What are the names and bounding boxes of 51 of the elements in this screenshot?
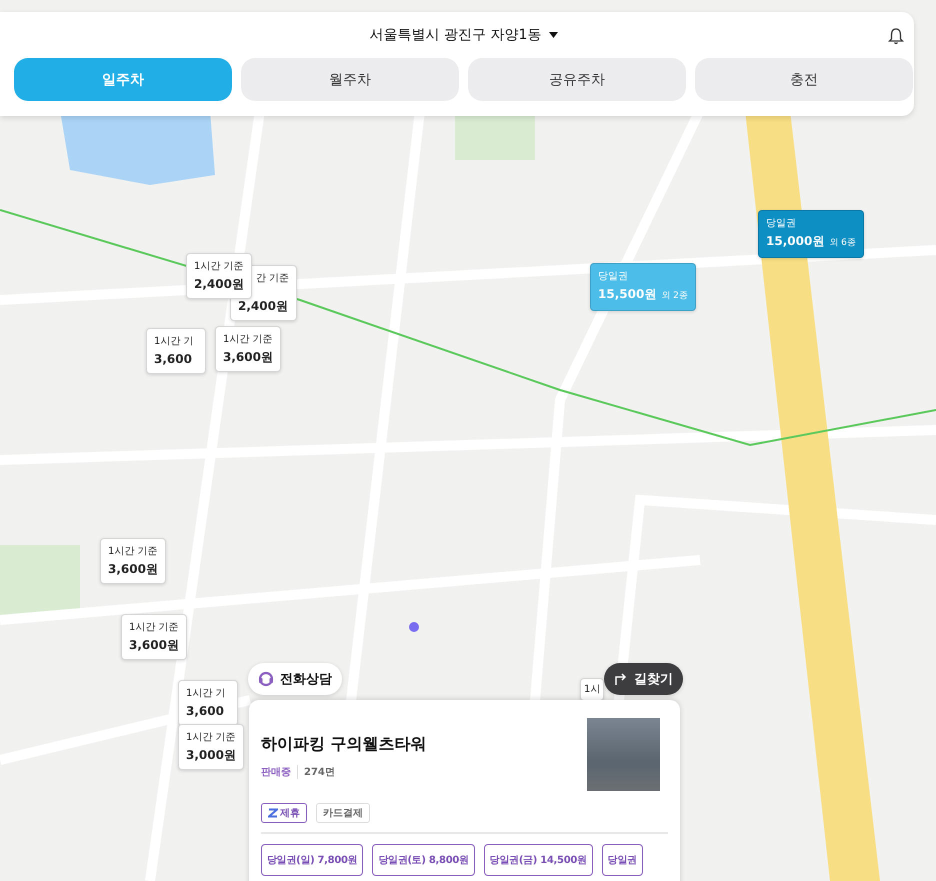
category-tab[interactable]: 공유주차 — [468, 58, 686, 101]
marker-label: 1시 — [584, 683, 600, 696]
marker-label: 간 기준 — [255, 272, 290, 285]
marker-extra: 외 6종 — [829, 238, 856, 248]
marker-label: 당일권 — [766, 217, 797, 230]
marker-label: 1시간 기 — [154, 335, 195, 348]
marker-price: 15,500원 외 2종 — [598, 287, 688, 303]
marker-price: 2,400원 — [238, 299, 289, 314]
hourly-price-marker[interactable]: 1시간 기준 3,600원 — [100, 538, 166, 584]
category-tab[interactable]: 월주차 — [241, 58, 459, 101]
marker-label: 1시간 기 — [186, 687, 227, 700]
marker-extra: 외 2종 — [661, 291, 688, 301]
marker-label: 1시간 기준 — [129, 621, 179, 634]
hourly-price-marker[interactable]: 1시간 기 3,600 — [178, 680, 238, 726]
marker-price: 3,600 — [186, 704, 225, 719]
marker-price: 3,600원 — [223, 350, 273, 365]
hourly-price-marker[interactable]: 1시간 기준 3,000원 — [178, 724, 244, 770]
daily-pass-price-marker[interactable]: 당일권 15,000원 외 6종 — [758, 210, 864, 258]
partner-tag: 제휴 — [261, 803, 307, 823]
marker-price: 3,600원 — [108, 562, 158, 577]
marker-price: 15,000원 외 6종 — [766, 234, 856, 250]
marker-price: 3,600 — [154, 352, 193, 367]
hourly-price-marker[interactable]: 1시간 기준 3,600원 — [215, 326, 281, 372]
directions-button[interactable]: 길찾기 — [604, 663, 683, 695]
z-logo-icon — [268, 808, 278, 818]
marker-label: 1시간 기준 — [223, 333, 273, 346]
turn-arrow-icon — [614, 672, 628, 686]
hourly-price-marker[interactable]: 1시간 기준 2,400원 — [186, 253, 252, 299]
payment-tag: 카드결제 — [316, 803, 370, 823]
headset-icon — [258, 671, 274, 687]
hourly-price-marker[interactable]: 1시간 기준 3,600원 — [121, 614, 187, 660]
marker-label: 1시간 기준 — [108, 545, 158, 558]
phone-consult-button[interactable]: 전화상담 — [248, 663, 342, 695]
sale-status: 판매중 — [261, 765, 298, 779]
hourly-price-marker[interactable]: 1시 — [580, 678, 604, 701]
ticket-option-button[interactable]: 당일권(토) 8,800원 — [372, 844, 475, 876]
notification-bell-icon[interactable] — [888, 27, 904, 45]
marker-price: 3,600원 — [129, 638, 179, 653]
ticket-option-button[interactable]: 당일권(금) 14,500원 — [484, 844, 593, 876]
marker-price: 3,000원 — [186, 748, 236, 763]
parking-lot-card[interactable]: 하이파킹 구의웰츠타워 판매중 274면 제휴 카드결제 당일권(일) 7,800원 당일권(토) 8,800원 당일권(금) 14,500원 당일권 — [249, 700, 680, 881]
parking-lot-name: 하이파킹 구의웰츠타워 — [261, 734, 427, 755]
marker-label: 1시간 기준 — [186, 731, 236, 744]
category-tab[interactable]: 충전 — [695, 58, 913, 101]
hourly-price-marker[interactable]: 1시간 기 3,600 — [146, 328, 206, 374]
location-selector[interactable]: 서울특별시 광진구 자양1동 — [366, 24, 562, 46]
caret-icon — [549, 32, 558, 38]
ticket-option-button[interactable]: 당일권 — [602, 844, 643, 876]
ticket-option-button[interactable]: 당일권(일) 7,800원 — [261, 844, 364, 876]
space-count: 274면 — [303, 766, 335, 779]
marker-label: 당일권 — [598, 270, 629, 283]
